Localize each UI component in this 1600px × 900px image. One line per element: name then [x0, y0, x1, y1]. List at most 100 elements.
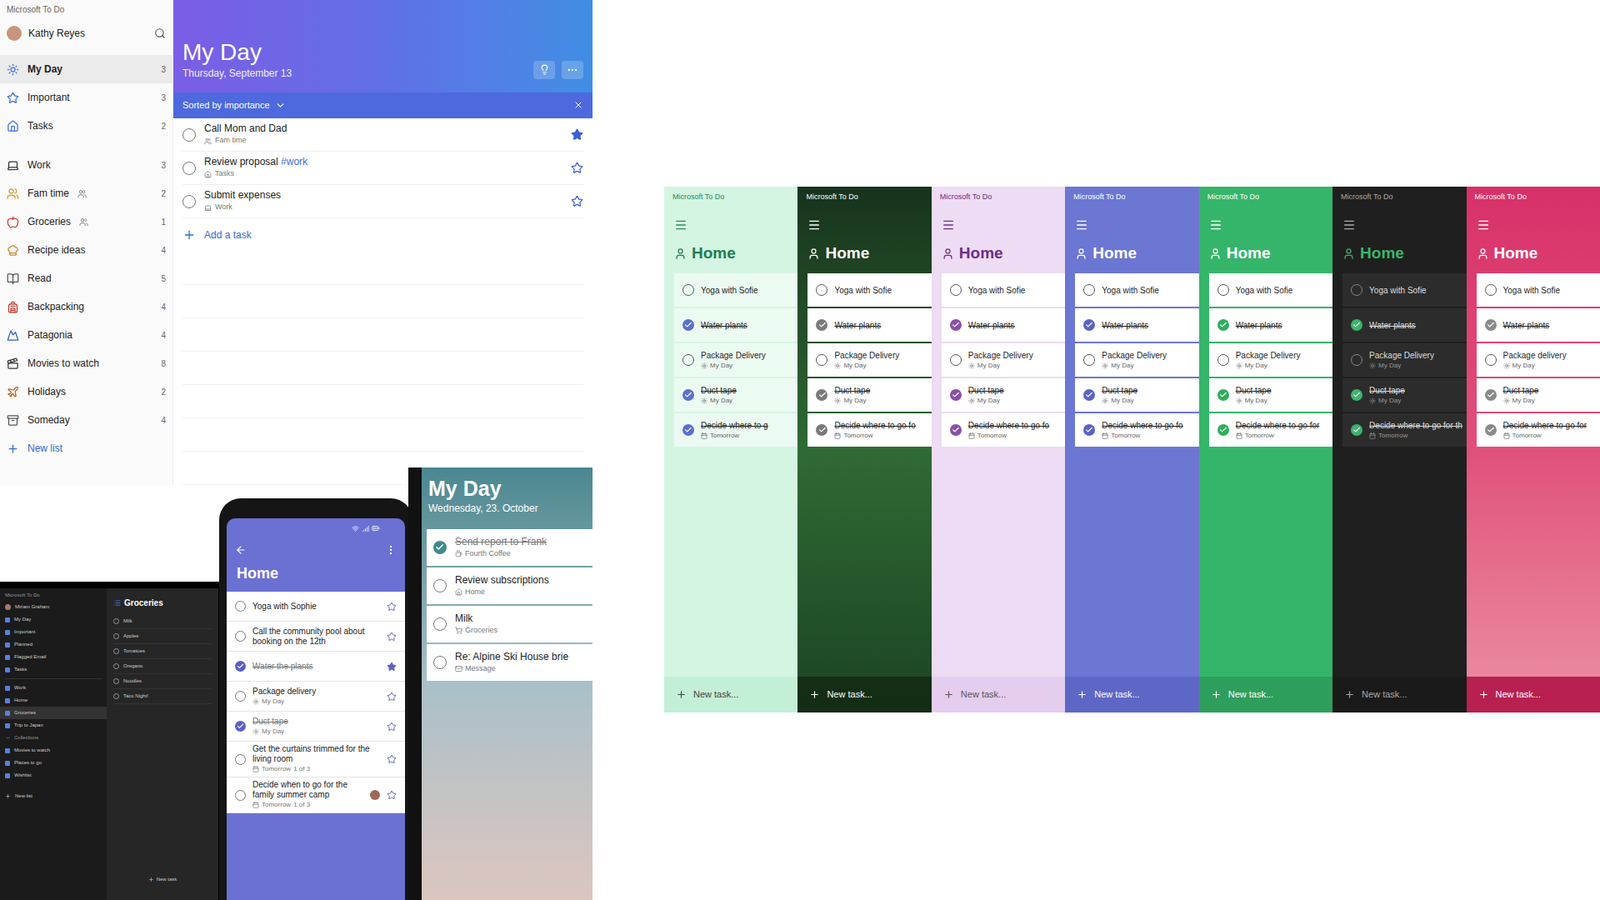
- task-card[interactable]: Yoga with Sofie: [1342, 273, 1466, 307]
- task-checkbox[interactable]: [682, 389, 695, 401]
- task-row[interactable]: Get the curtains trimmed for the living …: [226, 741, 405, 778]
- star-icon[interactable]: [386, 721, 397, 732]
- sidebar-item[interactable]: Places to go: [0, 756, 107, 770]
- star-icon[interactable]: [570, 128, 584, 141]
- task-checkbox[interactable]: [682, 354, 695, 366]
- sidebar-item[interactable]: Movies to watch8: [0, 349, 173, 378]
- task-checkbox[interactable]: [113, 663, 120, 670]
- task-checkbox[interactable]: [113, 693, 120, 700]
- menu-icon[interactable]: [674, 218, 688, 232]
- task-row[interactable]: Yoga with Sophie: [226, 591, 405, 622]
- task-card[interactable]: Send report to FrankFourth Coffee: [426, 529, 593, 566]
- task-row[interactable]: Apples: [113, 629, 212, 645]
- task-card[interactable]: Package DeliveryMy Day: [674, 343, 798, 377]
- menu-icon[interactable]: [1342, 218, 1356, 232]
- task-card[interactable]: Duct tapeMy Day: [941, 378, 1065, 412]
- task-checkbox[interactable]: [113, 678, 120, 685]
- task-checkbox[interactable]: [1485, 389, 1497, 401]
- task-checkbox[interactable]: [682, 284, 695, 296]
- task-checkbox[interactable]: [1083, 389, 1095, 401]
- task-checkbox[interactable]: [1217, 389, 1230, 401]
- task-checkbox[interactable]: [113, 618, 120, 625]
- task-card[interactable]: Yoga with Sofie: [674, 273, 798, 307]
- back-icon[interactable]: [235, 544, 247, 556]
- task-checkbox[interactable]: [815, 389, 828, 401]
- task-checkbox[interactable]: [1083, 424, 1095, 436]
- star-icon[interactable]: [386, 754, 397, 765]
- star-icon[interactable]: [386, 631, 397, 642]
- menu-icon[interactable]: [1209, 218, 1223, 232]
- task-row[interactable]: Tomatoes: [113, 644, 212, 660]
- task-checkbox[interactable]: [433, 579, 447, 593]
- task-row[interactable]: Taco Night!: [113, 689, 212, 705]
- new-task-button[interactable]: New task...: [1466, 676, 1600, 713]
- task-card[interactable]: Decide where to go foTomorrow: [1075, 413, 1199, 447]
- task-card[interactable]: Yoga with Sofie: [807, 273, 931, 307]
- task-checkbox[interactable]: [682, 319, 695, 331]
- task-checkbox[interactable]: [235, 690, 246, 702]
- task-row[interactable]: Duct tapeMy Day: [226, 711, 405, 742]
- task-card[interactable]: Package DeliveryMy Day: [1209, 343, 1333, 377]
- new-task-button[interactable]: New task...: [931, 676, 1065, 713]
- task-checkbox[interactable]: [950, 354, 962, 366]
- task-checkbox[interactable]: [113, 633, 120, 640]
- task-card[interactable]: Duct tapeMy Day: [807, 378, 931, 412]
- task-card[interactable]: Decide where to go for thTomorrow: [1342, 413, 1466, 447]
- search-icon[interactable]: [154, 27, 166, 40]
- new-task-button[interactable]: New task...: [1065, 676, 1199, 713]
- sidebar-item[interactable]: Home: [0, 694, 107, 707]
- task-checkbox[interactable]: [1083, 319, 1095, 331]
- task-checkbox[interactable]: [815, 354, 828, 366]
- task-card[interactable]: Yoga with Sofie: [1075, 273, 1199, 307]
- group-label[interactable]: Collections: [14, 734, 39, 742]
- menu-icon[interactable]: [1476, 218, 1490, 232]
- menu-icon[interactable]: [1075, 218, 1089, 232]
- new-list-button[interactable]: New list: [0, 790, 107, 803]
- sidebar-item[interactable]: Important: [0, 625, 107, 639]
- star-icon[interactable]: [386, 661, 397, 672]
- task-card[interactable]: Decide where to go forTomorrow: [1209, 413, 1333, 447]
- task-card[interactable]: Water plants: [1209, 308, 1333, 342]
- task-checkbox[interactable]: [182, 161, 196, 175]
- task-card[interactable]: Package DeliveryMy Day: [807, 343, 931, 377]
- task-checkbox[interactable]: [1350, 284, 1363, 296]
- task-checkbox[interactable]: [950, 284, 962, 296]
- task-row[interactable]: Oregano: [113, 659, 212, 675]
- task-checkbox[interactable]: [1350, 389, 1363, 401]
- task-checkbox[interactable]: [113, 648, 120, 655]
- task-card[interactable]: Package DeliveryMy Day: [1075, 343, 1199, 377]
- sort-bar[interactable]: Sorted by importance: [173, 92, 593, 119]
- sidebar-item[interactable]: Patagonia4: [0, 320, 173, 350]
- task-checkbox[interactable]: [433, 617, 447, 631]
- star-icon[interactable]: [386, 691, 397, 702]
- menu-icon[interactable]: [807, 218, 821, 232]
- task-checkbox[interactable]: [950, 389, 962, 401]
- sidebar-item[interactable]: Fam time2: [0, 179, 173, 208]
- task-card[interactable]: Package DeliveryMy Day: [941, 343, 1065, 377]
- sidebar-item[interactable]: Recipe ideas4: [0, 235, 173, 265]
- task-checkbox[interactable]: [235, 600, 246, 612]
- task-row[interactable]: Package deliveryMy Day: [226, 681, 405, 712]
- task-checkbox[interactable]: [433, 540, 447, 555]
- task-checkbox[interactable]: [1485, 284, 1497, 296]
- new-task-button[interactable]: New task...: [1199, 676, 1333, 713]
- sidebar-item[interactable]: Flagged Email: [0, 650, 107, 664]
- new-task-button[interactable]: New task...: [797, 676, 931, 713]
- task-checkbox[interactable]: [1217, 424, 1230, 436]
- task-checkbox[interactable]: [433, 655, 447, 670]
- task-checkbox[interactable]: [182, 195, 196, 209]
- sidebar-item[interactable]: My Day3: [0, 55, 173, 84]
- sidebar-item[interactable]: My Day: [0, 613, 107, 626]
- task-checkbox[interactable]: [815, 284, 828, 296]
- task-card[interactable]: Duct tapeMy Day: [1476, 378, 1600, 412]
- task-card[interactable]: Water plants: [941, 308, 1065, 342]
- task-row[interactable]: Milk: [113, 614, 212, 630]
- task-checkbox[interactable]: [235, 754, 246, 765]
- task-card[interactable]: Yoga with Sofie: [941, 273, 1065, 307]
- task-checkbox[interactable]: [682, 424, 695, 436]
- sidebar-item[interactable]: Tasks2: [0, 111, 173, 140]
- task-card[interactable]: Duct tapeMy Day: [1209, 378, 1333, 412]
- more-icon[interactable]: [385, 544, 397, 556]
- task-card[interactable]: Decide where to gTomorrow: [674, 413, 798, 447]
- task-row[interactable]: Call the community pool about booking on…: [226, 621, 405, 652]
